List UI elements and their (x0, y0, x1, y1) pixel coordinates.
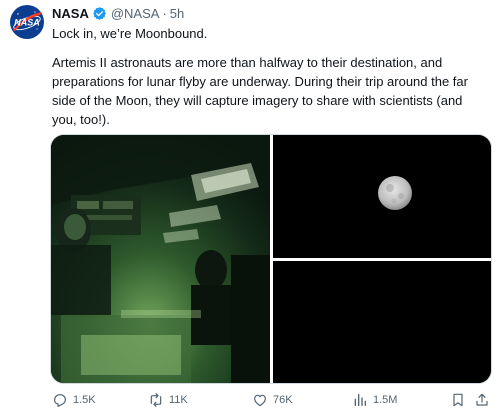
media-grid (50, 134, 492, 384)
svg-text:NASA: NASA (14, 18, 40, 28)
repost-count: 11K (169, 394, 188, 406)
like-count: 76K (273, 394, 293, 406)
share-icon (476, 393, 488, 406)
reply-button[interactable]: 1.5K (52, 392, 96, 408)
verified-badge-icon (92, 6, 106, 20)
post-body-line: Artemis II astronauts are more than half… (52, 55, 443, 70)
like-button[interactable]: 76K (252, 392, 293, 408)
author-name[interactable]: NASA (52, 6, 89, 21)
views-count: 1.5M (373, 394, 398, 406)
post-time[interactable]: 5h (170, 6, 184, 21)
post-body-line: preparations for lunar flyby are underwa… (52, 74, 468, 89)
nasa-logo: NASA (10, 5, 44, 39)
author-handle[interactable]: @NASA (111, 6, 160, 21)
post-body-line: side of the Moon, they will capture imag… (52, 93, 463, 108)
heart-icon (254, 394, 266, 407)
avatar[interactable]: NASA (9, 4, 45, 40)
post-headline: Lock in, we’re Moonbound. (52, 26, 208, 41)
repost-icon (150, 393, 162, 407)
cabin-photo[interactable] (51, 135, 270, 384)
bookmark-icon (453, 393, 463, 407)
crescent-moon-photo[interactable] (273, 261, 492, 384)
post-body: Artemis II astronauts are more than half… (52, 53, 490, 129)
post-body-line: you, too!). (52, 112, 110, 127)
repost-button[interactable]: 11K (148, 392, 188, 408)
full-moon-photo[interactable] (273, 135, 492, 258)
views-chart-icon (354, 394, 366, 406)
reply-icon (54, 394, 66, 407)
action-bar: 1.5K 11K 76K 1.5M (0, 392, 500, 414)
bookmark-button[interactable] (450, 392, 466, 408)
reply-count: 1.5K (73, 394, 96, 406)
share-button[interactable] (474, 392, 490, 408)
views-button[interactable]: 1.5M (352, 392, 397, 408)
separator: · (162, 6, 167, 21)
post-header: NASA @NASA · 5h (52, 6, 184, 21)
